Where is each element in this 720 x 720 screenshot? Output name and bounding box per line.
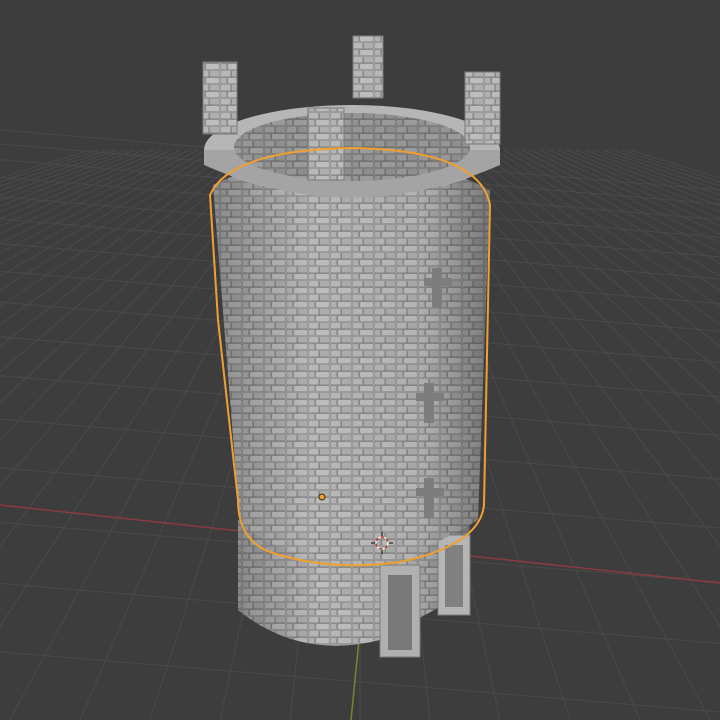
object-origin-icon[interactable] bbox=[318, 493, 326, 501]
grid-line bbox=[0, 149, 154, 213]
grid-line bbox=[539, 149, 720, 235]
grid-line bbox=[0, 149, 181, 235]
grid-line bbox=[0, 149, 136, 201]
grid-line bbox=[521, 149, 720, 254]
grid-line bbox=[0, 149, 208, 265]
grid-line bbox=[0, 149, 163, 220]
3d-viewport[interactable] bbox=[0, 0, 720, 720]
tower-mesh[interactable] bbox=[202, 35, 501, 658]
grid-line bbox=[0, 149, 199, 254]
grid-line bbox=[0, 149, 172, 227]
grid-line bbox=[0, 149, 118, 192]
grid-line bbox=[0, 149, 244, 326]
viewport-canvas[interactable] bbox=[0, 0, 720, 720]
grid-line bbox=[449, 149, 720, 403]
grid-line bbox=[476, 149, 720, 326]
grid-line bbox=[0, 149, 127, 196]
grid-line bbox=[0, 149, 91, 179]
grid-line bbox=[458, 149, 720, 373]
grid-line bbox=[0, 149, 145, 207]
